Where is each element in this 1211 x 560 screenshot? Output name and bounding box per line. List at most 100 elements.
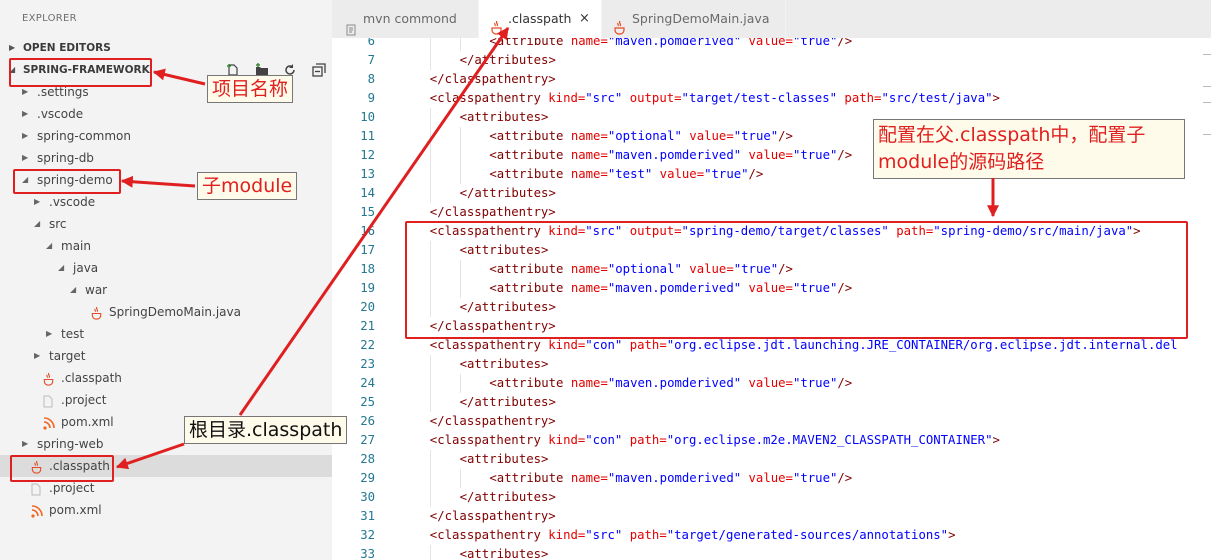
- chevron-right-icon[interactable]: ▶: [34, 191, 40, 213]
- code-text: <attributes>: [460, 108, 549, 127]
- line-number: 33: [360, 547, 375, 560]
- code-token: <: [489, 167, 497, 181]
- chevron-right-icon[interactable]: ▶: [22, 103, 28, 125]
- minimap-mark: [1203, 54, 1211, 55]
- code-token: </: [429, 509, 445, 523]
- tab-label: SpringDemoMain.java: [632, 11, 770, 26]
- tree-item-war[interactable]: ◢ war: [0, 279, 332, 301]
- code-line: 24 <attribute name="maven.pomderived" val…: [332, 374, 1211, 393]
- code-line: 8 </classpathentry>: [332, 70, 1211, 89]
- code-token: value=: [652, 167, 705, 181]
- tree-item-test[interactable]: ▶ test: [0, 323, 332, 345]
- code-text: </attributes>: [460, 184, 556, 203]
- tree-item-src[interactable]: ◢ src: [0, 213, 332, 235]
- code-token: path=: [622, 528, 667, 542]
- code-token: classpathentry: [444, 509, 549, 523]
- code-token: "maven.pomderived": [607, 471, 742, 485]
- code-line: 15 </classpathentry>: [332, 203, 1211, 222]
- tree-item-target[interactable]: ▶ target: [0, 345, 332, 367]
- tree-item-label: main: [61, 239, 91, 253]
- code-line: 28 <attributes>: [332, 450, 1211, 469]
- line-number: 30: [360, 490, 375, 504]
- open-editors-label: OPEN EDITORS: [23, 42, 111, 54]
- callout-sub-module: 子module: [197, 172, 298, 200]
- chevron-right-icon[interactable]: ▶: [46, 323, 52, 345]
- code-token: attribute: [496, 148, 564, 162]
- code-token: classpathentry: [444, 205, 549, 219]
- code-token: attributes: [474, 186, 549, 200]
- tree-item-classpath[interactable]: .classpath: [0, 367, 332, 389]
- code-token: attributes: [474, 490, 549, 504]
- code-token: name=: [563, 167, 608, 181]
- tab-mvn-commond[interactable]: mvn commond: [332, 0, 479, 38]
- tree-item-spring-common[interactable]: ▶ spring-common: [0, 125, 332, 147]
- code-token: value=: [681, 129, 734, 143]
- code-token: output=: [622, 91, 682, 105]
- code-token: attributes: [474, 395, 549, 409]
- code-token: kind=: [540, 433, 586, 447]
- chevron-right-icon[interactable]: ▶: [22, 147, 28, 169]
- code-token: attribute: [496, 376, 564, 390]
- code-token: />: [837, 376, 853, 390]
- tree-item-vscode[interactable]: ▶ .vscode: [0, 103, 332, 125]
- code-token: path=: [622, 433, 667, 447]
- tab-classpath[interactable]: .classpath ×: [479, 0, 602, 38]
- tree-item-label: .project: [61, 393, 107, 407]
- tree-item-label: test: [61, 327, 85, 341]
- code-token: classpathentry: [437, 433, 541, 447]
- chevron-down-icon[interactable]: ◢: [58, 257, 64, 279]
- code-token: >: [548, 509, 556, 523]
- classpath-highlight-box: [10, 455, 114, 482]
- chevron-down-icon[interactable]: ◢: [46, 235, 52, 257]
- code-line: 9 <classpathentry kind="src" output="targ…: [332, 89, 1211, 108]
- callout-project-name: 项目名称: [207, 75, 294, 103]
- line-number: 21: [360, 319, 375, 333]
- code-token: >: [548, 72, 556, 86]
- code-token: kind=: [540, 91, 586, 105]
- code-token: "org.eclipse.m2e.MAVEN2_CLASSPATH_CONTAI…: [666, 433, 993, 447]
- code-token: />: [837, 471, 853, 485]
- code-token: value=: [741, 148, 793, 162]
- code-token: <: [489, 148, 497, 162]
- code-token: name=: [563, 38, 608, 48]
- code-line: 23 <attributes>: [332, 355, 1211, 374]
- code-token: "true": [792, 38, 838, 48]
- code-token: classpathentry: [437, 528, 541, 542]
- minimap-mark: [1203, 134, 1211, 135]
- tree-item-java[interactable]: ◢ java: [0, 257, 332, 279]
- code-line: 30 </attributes>: [332, 488, 1211, 507]
- tree-item-spring-db[interactable]: ▶ spring-db: [0, 147, 332, 169]
- java-file-icon: [91, 305, 103, 320]
- close-icon[interactable]: ×: [579, 0, 590, 38]
- code-token: "src": [585, 528, 623, 542]
- code-token: attribute: [496, 471, 564, 485]
- code-token: <: [489, 129, 497, 143]
- chevron-down-icon[interactable]: ◢: [70, 279, 76, 301]
- code-token: />: [778, 129, 793, 143]
- line-number: 16: [360, 224, 375, 238]
- collapse-all-icon[interactable]: [312, 63, 326, 77]
- line-number: 19: [360, 281, 375, 295]
- line-number: 24: [360, 376, 375, 390]
- tree-item-label: war: [85, 283, 108, 297]
- tree-item-project[interactable]: .project: [0, 389, 332, 411]
- code-token: >: [548, 414, 556, 428]
- explorer-title: EXPLORER: [22, 13, 77, 24]
- open-editors-section[interactable]: ▶ OPEN EDITORS: [0, 37, 332, 59]
- code-text: <classpathentry kind="con" path="org.ecl…: [430, 431, 1000, 450]
- tree-item-springdemomain-java[interactable]: SpringDemoMain.java: [0, 301, 332, 323]
- chevron-right-icon[interactable]: ▶: [34, 345, 40, 367]
- code-line: 33 <attributes>: [332, 545, 1211, 560]
- module-highlight-box: [13, 169, 121, 194]
- config-note-line1: 配置在父.classpath中，配置子: [878, 124, 1146, 146]
- code-token: </: [429, 205, 445, 219]
- code-text: <attribute name="maven.pomderived" value…: [489, 374, 852, 393]
- chevron-down-icon[interactable]: ◢: [34, 213, 40, 235]
- code-token: </: [459, 490, 475, 504]
- code-token: name=: [563, 471, 608, 485]
- chevron-right-icon[interactable]: ▶: [22, 433, 28, 455]
- tab-springdemomain[interactable]: SpringDemoMain.java: [602, 0, 786, 38]
- tree-item-main[interactable]: ◢ main: [0, 235, 332, 257]
- chevron-right-icon[interactable]: ▶: [22, 125, 28, 147]
- tree-item-pom-xml[interactable]: pom.xml: [0, 499, 332, 521]
